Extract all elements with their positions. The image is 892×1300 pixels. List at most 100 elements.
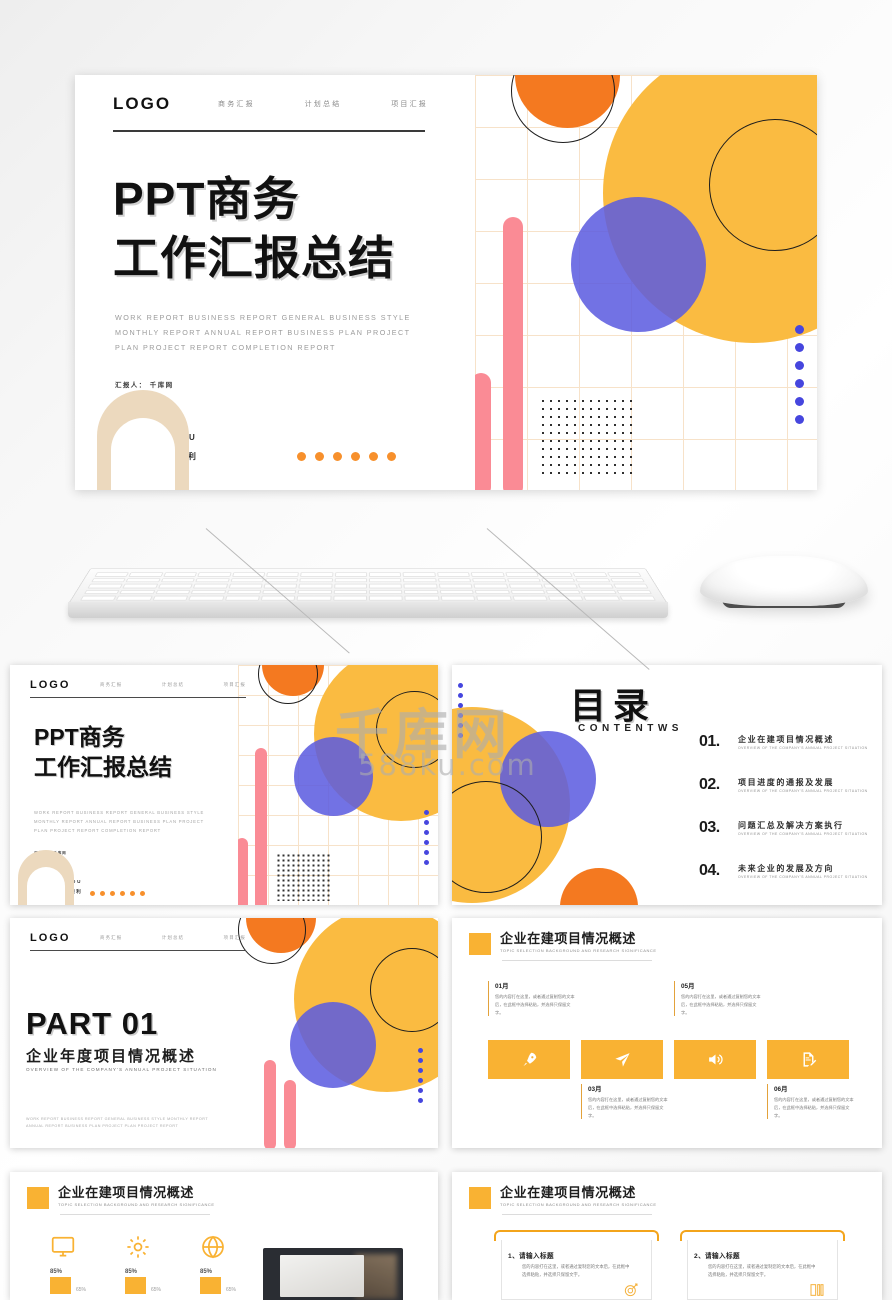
hero-navbar: LOGO 商务汇报 计划总结 项目汇报 [113,92,428,126]
nav-divider [113,130,425,132]
content-header-title: 企业在建项目情况概述 [58,1185,195,1200]
t2-orange-semicircle [560,868,638,905]
month-body: 您的内容打在这里，或者通过复制您的文本后，在此框中选择粘贴，并选择只保留文字。 [495,994,575,1015]
tab-card-text: 您的内容打在这里，或者通过复制您的文本后，在此框中选择粘贴，并选择只保留文字。 [522,1264,630,1278]
header-square-marker [27,1187,49,1209]
toc-title: 目录 [570,685,657,726]
pink-bar-short [475,373,491,490]
t2-blue-dot-column [458,683,463,738]
tab-card[interactable]: 2、请输入标题 您的内容打在这里，或者通过复制您的文本后，在此框中选择粘贴，并选… [680,1230,845,1300]
thumbnail-toc-slide[interactable]: 目录 CONTENTWS 01. 企业在建项目情况概述 OVERVIEW OF … [452,665,882,905]
hero-english-block: WORK REPORT BUSINESS REPORT GENERAL BUSI… [115,311,411,355]
part-label: PART 01 [26,1006,159,1041]
hero-english-line2: MONTHLY REPORT ANNUAL REPORT BUSINESS PL… [115,327,411,337]
toc-item-label: 未来企业的发展及方向 [738,864,834,873]
toc-item-number: 02. [699,776,720,793]
month-card-text: 05月 您的内容打在这里，或者通过复制您的文本后，在此框中选择粘贴，并选择只保留… [674,981,761,1017]
t1-title-line1: PPT商务 [34,724,125,750]
content-header-subtitle: TOPIC SELECTION BACKGROUND AND RESEARCH … [500,1202,657,1208]
header-underline [60,1214,210,1215]
part-footer: WORK REPORT BUSINESS REPORT GENERAL BUSI… [26,1116,208,1130]
nav-item-0[interactable]: 商务汇报 [218,99,255,109]
speaker-icon[interactable] [674,1040,756,1079]
header-underline [502,960,652,961]
hero-english-line1: WORK REPORT BUSINESS REPORT GENERAL BUSI… [115,313,411,322]
toc-item[interactable]: 04. 未来企业的发展及方向 OVERVIEW OF THE COMPANY'S… [699,862,874,905]
content-header: 企业在建项目情况概述 TOPIC SELECTION BACKGROUND AN… [469,1185,657,1209]
t3-graphic [228,918,438,1148]
hero-english-line3: PLAN PROJECT REPORT COMPLETION REPORT [115,342,336,352]
nav-item-2[interactable]: 项目汇报 [391,99,428,109]
t1-title: PPT商务 工作汇报总结 [34,722,172,783]
hero-slide: LOGO 商务汇报 计划总结 项目汇报 PPT商务工作汇报总结 WORK REP… [75,75,817,490]
stat-bar [200,1277,221,1294]
nav-item-1[interactable]: 计划总结 [305,99,342,109]
thumbnail-title-slide[interactable]: LOGO 商务汇报 计划总结 项目汇报 PPT商务 工作汇报总结 WORK REP… [10,665,438,905]
part-title-cn: 企业年度项目情况概述 [26,1048,197,1065]
t3-nav-item-1[interactable]: 计划总结 [162,935,184,941]
monitor-icon [50,1234,76,1260]
toc-item-sublabel: OVERVIEW OF THE COMPANY'S ANNUAL PROJECT… [738,789,868,793]
hero-text-panel: LOGO 商务汇报 计划总结 项目汇报 PPT商务工作汇报总结 WORK REP… [75,75,475,490]
t1-graphic [238,665,438,905]
t1-logo[interactable]: LOGO [30,679,70,691]
header-square-marker [469,1187,491,1209]
stat-percent: 85% [200,1269,213,1275]
content-header: 企业在建项目情况概述 TOPIC SELECTION BACKGROUND AN… [469,931,657,955]
stat-bar [50,1277,71,1294]
toc-item-number: 04. [699,862,720,879]
stat-percent: 85% [125,1269,138,1275]
gear-icon [125,1234,151,1260]
t1-english-line2: MONTHLY REPORT ANNUAL REPORT BUSINESS PL… [34,818,204,824]
t1-nav-item-0[interactable]: 商务汇报 [100,682,122,688]
t1-orange-dot-row [90,891,145,896]
toc-item[interactable]: 01. 企业在建项目情况概述 OVERVIEW OF THE COMPANY'S… [699,733,874,776]
blue-dot-column [795,325,804,424]
thumbnail-part-slide[interactable]: LOGO 商务汇报 计划总结 项目汇报 PART 01 企业年度项目情况概述 O… [10,918,438,1148]
paper-plane-icon[interactable] [581,1040,663,1079]
toc-item-sublabel: OVERVIEW OF THE COMPANY'S ANNUAL PROJECT… [738,832,868,836]
content-header-subtitle: TOPIC SELECTION BACKGROUND AND RESEARCH … [500,948,657,954]
t1-nav-item-1[interactable]: 计划总结 [162,682,184,688]
thumbnail-tabcards-slide[interactable]: 企业在建项目情况概述 TOPIC SELECTION BACKGROUND AN… [452,1172,882,1300]
t3-nav-item-2[interactable]: 项目汇报 [224,935,246,941]
orange-dot-row [297,452,396,461]
t3-nav-links: 商务汇报 计划总结 项目汇报 [100,935,246,941]
rocket-icon[interactable] [488,1040,570,1079]
tab-card-text: 您的内容打在这里，或者通过复制您的文本后，在此框中选择粘贴，并选择只保留文字。 [708,1264,816,1278]
toc-item[interactable]: 03. 问题汇总及解决方案执行 OVERVIEW OF THE COMPANY'… [699,819,874,862]
month-label: 05月 [681,983,695,990]
thumbnail-months-slide[interactable]: 企业在建项目情况概述 TOPIC SELECTION BACKGROUND AN… [452,918,882,1148]
toc-item-label: 项目进度的通报及发展 [738,778,834,787]
content-header-title: 企业在建项目情况概述 [500,931,637,946]
target-icon [623,1282,639,1298]
logo[interactable]: LOGO [113,94,171,114]
thumbnail-stats-slide[interactable]: 企业在建项目情况概述 TOPIC SELECTION BACKGROUND AN… [10,1172,438,1300]
toc-list: 01. 企业在建项目情况概述 OVERVIEW OF THE COMPANY'S… [699,733,874,905]
hero-title-line1: PPT商务 [113,173,300,225]
t3-nav-item-0[interactable]: 商务汇报 [100,935,122,941]
content-header-subtitle: TOPIC SELECTION BACKGROUND AND RESEARCH … [58,1202,215,1208]
header-square-marker [469,933,491,955]
month-card-text: 06月 您的内容打在这里，或者通过复制您的文本后，在此框中选择粘贴，并选择只保留… [767,1084,854,1120]
t1-beige-arch [18,850,74,905]
stat-block: 85% 65% [125,1234,161,1294]
t1-english-line3: PLAN PROJECT REPORT COMPLETION REPORT [34,827,162,833]
t1-nav-links: 商务汇报 计划总结 项目汇报 [100,682,246,688]
content-header: 企业在建项目情况概述 TOPIC SELECTION BACKGROUND AN… [27,1185,215,1209]
t3-logo[interactable]: LOGO [30,932,70,944]
month-body: 您的内容打在这里，或者通过复制您的文本后，在此框中选择粘贴，并选择只保留文字。 [774,1097,854,1118]
t1-english-block: WORK REPORT BUSINESS REPORT GENERAL BUSI… [34,809,204,835]
t1-english-line1: WORK REPORT BUSINESS REPORT GENERAL BUSI… [34,810,205,815]
t1-nav-item-2[interactable]: 项目汇报 [224,682,246,688]
tab-card[interactable]: 1、请输入标题 您的内容打在这里，或者通过复制您的文本后，在此框中选择粘贴，并选… [494,1230,659,1300]
document-edit-icon[interactable] [767,1040,849,1079]
month-label: 06月 [774,1086,788,1093]
toc-item[interactable]: 02. 项目进度的通报及发展 OVERVIEW OF THE COMPANY'S… [699,776,874,819]
t1-nav-divider [30,697,246,699]
hero-title-line2: 工作汇报总结 [113,231,395,284]
month-card-text: 01月 您的内容打在这里，或者通过复制您的文本后，在此框中选择粘贴，并选择只保留… [488,981,575,1017]
month-card-text: 03月 您的内容打在这里，或者通过复制您的文本后，在此框中选择粘贴，并选择只保留… [581,1084,668,1120]
toc-item-number: 01. [699,733,720,750]
toc-subtitle: CONTENTWS [578,723,683,734]
